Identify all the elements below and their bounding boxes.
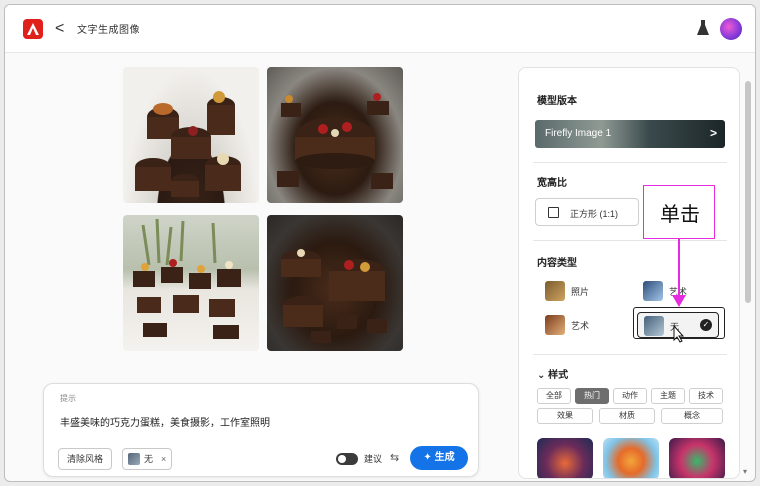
generate-button[interactable]: ✦ 生成 xyxy=(410,446,468,470)
close-icon[interactable]: × xyxy=(161,449,166,469)
page-title: 文字生成图像 xyxy=(77,25,140,36)
scrollbar[interactable] xyxy=(745,81,751,303)
chevron-down-icon: ⌄ xyxy=(537,370,546,381)
prompt-label: 提示 xyxy=(60,394,76,403)
annotation-arrow-head xyxy=(672,295,686,307)
style-tag-technique[interactable]: 技术 xyxy=(689,388,723,404)
suggestion-toggle[interactable] xyxy=(336,453,358,465)
annotation-text: 单击 xyxy=(660,202,700,226)
style-thumbnail[interactable] xyxy=(603,438,659,478)
divider xyxy=(533,240,727,241)
content-type-title: 内容类型 xyxy=(537,258,577,269)
chip-label: 无 xyxy=(144,454,154,464)
image-results-grid xyxy=(123,67,403,351)
model-version-title: 模型版本 xyxy=(537,96,577,107)
annotation-callout: 单击 xyxy=(643,185,715,239)
adobe-logo-icon[interactable] xyxy=(23,19,43,39)
style-tag-all[interactable]: 全部 xyxy=(537,388,571,404)
toggle-label: 建议 xyxy=(364,454,383,464)
aspect-ratio-value: 正方形 (1:1) xyxy=(570,209,619,219)
style-chip[interactable]: 无 × xyxy=(122,448,172,470)
divider xyxy=(533,354,727,355)
square-icon xyxy=(548,207,559,218)
aspect-ratio-title: 宽高比 xyxy=(537,178,567,189)
style-tag-action[interactable]: 动作 xyxy=(613,388,647,404)
prompt-box: 提示 丰盛美味的巧克力蛋糕，美食摄影，工作室照明 清除风格 无 × 建议 ⇆ ✦… xyxy=(43,383,479,477)
flask-icon[interactable] xyxy=(695,19,711,37)
generate-label: 生成 xyxy=(434,452,455,463)
sliders-icon[interactable]: ⇆ xyxy=(390,451,399,464)
style-title: 样式 xyxy=(548,370,569,381)
art-thumbnail xyxy=(545,315,565,335)
style-tag-material[interactable]: 材质 xyxy=(599,408,655,424)
content-type-label: 照片 xyxy=(571,287,590,297)
result-image-2[interactable] xyxy=(267,67,403,203)
divider xyxy=(533,162,727,163)
photo-thumbnail xyxy=(545,281,565,301)
settings-panel: 模型版本 Firefly Image 1 > 宽高比 正方形 (1:1) 内容类… xyxy=(518,67,740,479)
clear-style-button[interactable]: 清除风格 xyxy=(58,448,113,470)
style-section-header[interactable]: ⌄ 样式 xyxy=(537,366,568,381)
style-thumbnail[interactable] xyxy=(669,438,725,478)
style-tag-concept[interactable]: 概念 xyxy=(661,408,723,424)
style-tag-theme[interactable]: 主题 xyxy=(651,388,685,404)
chip-thumbnail xyxy=(128,453,140,465)
sparkle-icon: ✦ xyxy=(423,452,435,463)
avatar[interactable] xyxy=(720,18,742,40)
model-name: Firefly Image 1 xyxy=(545,128,612,139)
aspect-ratio-select[interactable]: 正方形 (1:1) xyxy=(535,198,639,226)
result-image-4[interactable] xyxy=(267,215,403,351)
scroll-down-icon[interactable]: ▾ xyxy=(743,467,747,476)
cursor-icon xyxy=(673,325,685,343)
app-window: < 文字生成图像 提示 丰盛美味的巧克力蛋糕，美食摄影，工作室照明 清除风格 无… xyxy=(4,4,756,482)
content-type-photo[interactable]: 照片 xyxy=(539,278,621,304)
art-thumbnail xyxy=(643,281,663,301)
annotation-arrow-line xyxy=(678,239,680,299)
content-type-label: 艺术 xyxy=(571,321,590,331)
style-tag-popular[interactable]: 热门 xyxy=(575,388,609,404)
result-image-3[interactable] xyxy=(123,215,259,351)
model-selector[interactable]: Firefly Image 1 > xyxy=(535,120,725,148)
back-button[interactable]: < xyxy=(55,19,64,39)
result-image-1[interactable] xyxy=(123,67,259,203)
chevron-right-icon: > xyxy=(709,126,717,140)
prompt-input[interactable]: 丰盛美味的巧克力蛋糕，美食摄影，工作室照明 xyxy=(60,414,270,429)
top-bar: < 文字生成图像 xyxy=(5,5,755,53)
content-type-art-2[interactable]: 艺术 xyxy=(539,312,621,338)
style-tag-effect[interactable]: 效果 xyxy=(537,408,593,424)
style-thumbnail[interactable] xyxy=(537,438,593,478)
